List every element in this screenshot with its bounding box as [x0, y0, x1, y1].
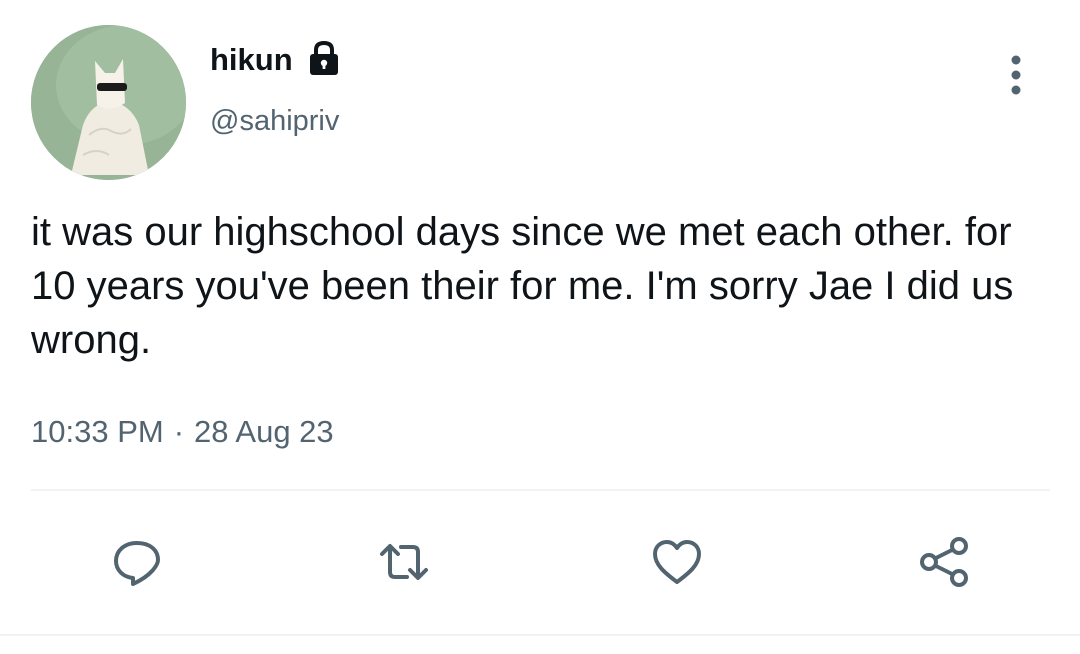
share-icon [920, 537, 968, 587]
bottom-divider [0, 634, 1080, 636]
user-handle[interactable]: @sahipriv [210, 101, 339, 141]
more-options-button[interactable] [996, 52, 1036, 98]
divider [31, 489, 1050, 491]
retweet-icon [380, 544, 428, 580]
avatar[interactable]: @sta [31, 25, 186, 180]
lock-icon [310, 40, 338, 75]
avatar-image: @sta [31, 25, 186, 180]
tweet-date: 28 Aug 23 [194, 414, 334, 449]
heart-icon [653, 540, 701, 584]
comment-icon [114, 541, 160, 586]
tweet-card: @sta hikun @sahipriv it was our highscho… [0, 0, 1080, 654]
avatar-watermark: @sta [53, 169, 76, 179]
tweet-timestamp[interactable]: 10:33 PM · 28 Aug 23 [31, 410, 334, 454]
tweet-text: it was our highschool days since we met … [31, 210, 1014, 362]
tweet-time: 10:33 PM [31, 414, 164, 449]
share-button[interactable] [912, 530, 976, 594]
timestamp-separator: · [173, 414, 185, 449]
reply-button[interactable] [105, 530, 169, 594]
like-button[interactable] [645, 530, 709, 594]
display-name[interactable]: hikun [210, 40, 293, 80]
retweet-button[interactable] [372, 530, 436, 594]
